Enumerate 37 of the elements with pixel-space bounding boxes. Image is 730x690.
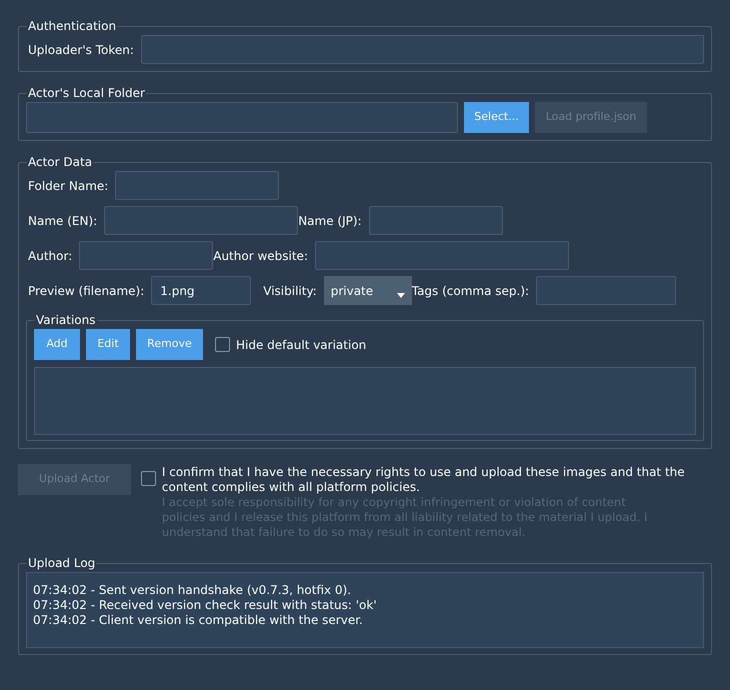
log-line: 07:34:02 - Sent version handshake (v0.7.3, hotfix 0). <box>33 583 352 598</box>
folder-path-field[interactable] <box>26 102 458 133</box>
field-label: Author: <box>28 248 72 264</box>
button[interactable]: Add <box>34 329 80 360</box>
checkbox[interactable] <box>140 471 156 486</box>
button[interactable]: Remove <box>136 329 203 360</box>
field-label: Uploader's Token: <box>28 42 134 58</box>
text-field[interactable] <box>314 241 569 270</box>
text-field[interactable] <box>115 171 280 200</box>
text-field[interactable] <box>104 206 298 235</box>
checkbox[interactable] <box>215 337 230 352</box>
text-field[interactable] <box>368 206 503 235</box>
text-field[interactable] <box>79 241 214 270</box>
variations-list[interactable] <box>34 367 696 435</box>
log-line: 07:34:02 - Client version is compatible with the server. <box>33 613 364 628</box>
consent-text: I confirm that I have the necessary rights to use and upload these images and that the content complies with all platform policies. <box>162 465 686 495</box>
field-label: Name (JP): <box>298 212 362 230</box>
field-label: Tags (comma sep.): <box>412 282 530 300</box>
button[interactable]: Edit <box>86 329 130 360</box>
checkbox-label: Hide default variation <box>236 336 366 354</box>
group-title: Authentication <box>27 18 118 35</box>
text-field[interactable]: 1.png <box>151 276 252 305</box>
text-field[interactable] <box>536 276 676 305</box>
caret-icon <box>396 293 405 298</box>
field-label: Name (EN): <box>28 212 98 230</box>
token-field[interactable] <box>140 35 704 64</box>
group-title: Actor's Local Folder <box>27 85 146 102</box>
field-label: Visibility: <box>263 282 317 300</box>
field-label: Author website: <box>213 248 308 264</box>
field-label: Folder Name: <box>28 178 108 194</box>
group-title: Variations <box>35 312 96 329</box>
visibility-dropdown[interactable]: private <box>324 276 412 305</box>
group-title: Actor Data <box>27 154 94 171</box>
log-line: 07:34:02 - Received version check result with status: 'ok' <box>33 598 378 613</box>
group-title: Upload Log <box>27 555 96 572</box>
button[interactable]: Select... <box>464 102 529 133</box>
field-label: Preview (filename): <box>28 282 144 300</box>
